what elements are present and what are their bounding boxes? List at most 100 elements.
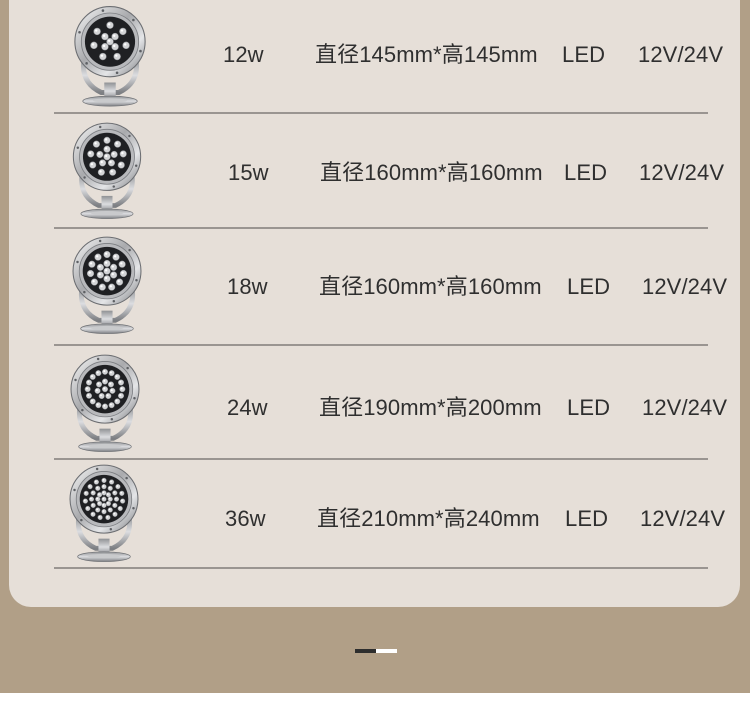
base-plate-highlight bbox=[87, 553, 121, 559]
led-bead-highlight bbox=[115, 497, 117, 500]
ring-screw bbox=[81, 408, 84, 412]
led-bead bbox=[95, 485, 101, 491]
led-bead bbox=[103, 259, 111, 268]
power-value: 36w bbox=[225, 506, 266, 531]
led-bead-highlight bbox=[108, 486, 111, 489]
led-bead bbox=[110, 150, 118, 158]
led-bead bbox=[90, 490, 96, 496]
led-bead-highlight bbox=[119, 394, 122, 397]
led-bead bbox=[101, 509, 107, 515]
led-bead-highlight bbox=[111, 272, 114, 276]
led-bead-highlight bbox=[109, 160, 112, 164]
led-bead-highlight bbox=[96, 371, 99, 374]
led-bead bbox=[118, 260, 126, 268]
led-bead-highlight bbox=[102, 503, 105, 506]
led-bead-highlight bbox=[109, 403, 112, 406]
led-bead-highlight bbox=[90, 497, 92, 500]
led-bead bbox=[87, 484, 93, 490]
led-bead-highlight bbox=[105, 138, 108, 141]
led-bead bbox=[107, 485, 113, 491]
inactive-page-dot bbox=[376, 649, 397, 653]
led-bead-highlight bbox=[95, 29, 98, 32]
led-bead bbox=[112, 511, 118, 517]
ring-screw bbox=[134, 164, 138, 168]
led-bead-highlight bbox=[115, 142, 118, 145]
led-bead-highlight bbox=[106, 493, 109, 495]
ring-screw bbox=[98, 239, 102, 243]
led-bead bbox=[95, 402, 102, 409]
led-bead-highlight bbox=[115, 375, 118, 378]
led-bead bbox=[105, 492, 112, 498]
led-bead-highlight bbox=[111, 265, 114, 268]
ring-screw bbox=[76, 146, 80, 149]
led-bead-highlight bbox=[120, 491, 123, 494]
led-bead bbox=[87, 150, 95, 158]
ring-screw bbox=[110, 417, 114, 421]
led-bead bbox=[88, 260, 96, 268]
led-bead-highlight bbox=[90, 163, 94, 166]
led-bead bbox=[95, 507, 101, 513]
led-bead-highlight bbox=[103, 379, 106, 382]
ring-screw bbox=[132, 18, 135, 22]
led-bead bbox=[117, 392, 125, 399]
led-bead-highlight bbox=[120, 262, 123, 265]
image-pagination-indicator bbox=[355, 649, 397, 653]
led-bead bbox=[101, 484, 107, 490]
led-bead-highlight bbox=[118, 507, 121, 509]
led-bead bbox=[110, 263, 118, 271]
led-bead-highlight bbox=[98, 493, 100, 495]
led-bead-highlight bbox=[102, 497, 105, 500]
voltage-value: 12V/24V bbox=[642, 395, 728, 420]
led-bead bbox=[112, 490, 118, 496]
ring-screw bbox=[115, 71, 119, 75]
led-bead bbox=[117, 161, 125, 169]
led-bead bbox=[96, 381, 103, 388]
led-bead bbox=[89, 373, 96, 380]
power-value: 18w bbox=[227, 274, 268, 299]
led-bead-highlight bbox=[102, 510, 105, 512]
led-bead-highlight bbox=[97, 152, 101, 155]
ring-screw bbox=[80, 518, 83, 522]
led-bead bbox=[101, 477, 107, 484]
led-bead bbox=[101, 32, 109, 41]
size-value: 直径160mm*高160mm bbox=[320, 160, 543, 185]
ring-screw bbox=[112, 299, 116, 303]
underwater-led-spotlight-icon bbox=[70, 354, 140, 452]
led-bead bbox=[105, 500, 112, 507]
led-bead-highlight bbox=[84, 491, 87, 494]
led-bead bbox=[106, 21, 114, 29]
led-bead-highlight bbox=[113, 44, 116, 48]
size-value: 直径210mm*高240mm bbox=[317, 506, 540, 531]
led-bead-highlight bbox=[105, 154, 108, 158]
led-bead-highlight bbox=[115, 399, 118, 402]
led-bead bbox=[107, 507, 113, 513]
led-bead bbox=[101, 378, 109, 385]
led-bead-highlight bbox=[102, 478, 105, 481]
led-bead-highlight bbox=[109, 371, 112, 374]
led-bead bbox=[98, 392, 105, 400]
ring-screw bbox=[128, 134, 131, 138]
led-bead bbox=[97, 168, 105, 176]
led-bead bbox=[119, 27, 127, 36]
led-bead bbox=[114, 140, 122, 148]
led-bead bbox=[96, 271, 104, 279]
led-bead bbox=[86, 269, 95, 278]
led-bead bbox=[95, 370, 102, 377]
ring-screw bbox=[125, 476, 128, 480]
led-bead bbox=[101, 368, 109, 375]
led-bead bbox=[112, 253, 120, 261]
led-bead bbox=[108, 283, 116, 291]
table-row: 18w 直径160mm*高160mm LED 12V/24V bbox=[54, 229, 727, 346]
voltage-value: 12V/24V bbox=[642, 274, 728, 299]
ring-screw bbox=[101, 9, 105, 12]
led-bead-highlight bbox=[91, 399, 94, 402]
led-bead-highlight bbox=[106, 394, 109, 397]
led-bead-highlight bbox=[96, 255, 99, 258]
led-bead-highlight bbox=[96, 508, 98, 511]
led-bead-highlight bbox=[96, 486, 98, 489]
led-bead bbox=[103, 267, 111, 275]
led-bead-highlight bbox=[113, 491, 116, 494]
led-bead bbox=[110, 271, 118, 279]
led-bead-highlight bbox=[121, 271, 124, 274]
led-bead bbox=[115, 484, 121, 490]
